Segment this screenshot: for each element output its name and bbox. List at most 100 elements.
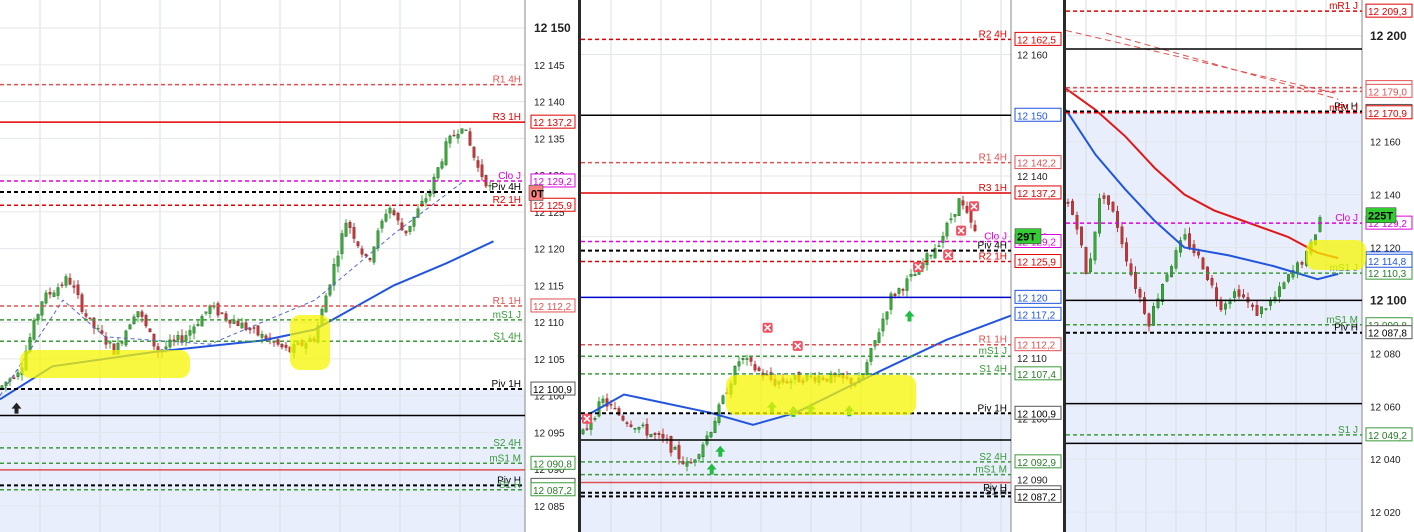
highlight-marker bbox=[290, 315, 330, 370]
candle-body bbox=[1134, 271, 1137, 289]
candle-body bbox=[384, 213, 388, 222]
highlight-marker bbox=[1306, 240, 1366, 270]
pivot-level-label: Piv 4H bbox=[978, 241, 1007, 252]
candle-body bbox=[172, 339, 176, 342]
candle-body bbox=[925, 253, 929, 266]
candle-body bbox=[757, 367, 761, 371]
pivot-level-label: R3 1H bbox=[493, 112, 521, 123]
y-axis-tick-label: 12 060 bbox=[1370, 402, 1401, 413]
candle-body bbox=[693, 459, 697, 462]
candle-body bbox=[657, 433, 661, 435]
price-tag-label: 12 209,3 bbox=[1368, 7, 1407, 18]
candle-body bbox=[1215, 287, 1218, 301]
candle-body bbox=[1228, 300, 1232, 305]
candle-body bbox=[669, 436, 673, 453]
candle-body bbox=[148, 328, 152, 333]
candle-body bbox=[701, 444, 705, 458]
price-tag-label: 12 162,5 bbox=[1017, 35, 1056, 46]
pivot-level-label: S1 H bbox=[499, 480, 521, 491]
candle-body bbox=[957, 198, 961, 216]
candle-body bbox=[1188, 233, 1191, 248]
candle-body bbox=[621, 415, 625, 421]
candle-body bbox=[0, 385, 4, 389]
pivot-level-label: Piv H bbox=[1334, 323, 1358, 334]
candle-body bbox=[1282, 282, 1286, 289]
price-tag-label: 12 112,2 bbox=[533, 302, 572, 313]
candle-body bbox=[637, 426, 641, 430]
trend-line bbox=[1105, 32, 1339, 100]
candle-body bbox=[348, 222, 352, 229]
chart-right-svg: 12 20012 18012 16012 14012 12012 10012 0… bbox=[1066, 0, 1413, 532]
y-axis-tick-label: 12 040 bbox=[1370, 455, 1401, 466]
y-axis-tick-label: 12 020 bbox=[1370, 508, 1401, 519]
candle-body bbox=[248, 328, 252, 331]
candle-body bbox=[200, 315, 204, 327]
candle-body bbox=[581, 429, 585, 435]
y-axis-tick-label: 12 135 bbox=[534, 134, 565, 145]
pivot-level-label: R1 1H bbox=[979, 335, 1007, 346]
candle-body bbox=[749, 357, 753, 362]
price-tag-label: 12 087,8 bbox=[1368, 329, 1407, 340]
candle-body bbox=[1125, 242, 1128, 262]
pivot-level-label: R2 1H bbox=[493, 195, 521, 206]
candle-body bbox=[256, 325, 260, 336]
y-axis-tick-label: 12 120 bbox=[534, 245, 565, 256]
price-tag-label: 12 117,2 bbox=[1017, 310, 1056, 321]
candle-body bbox=[128, 324, 132, 330]
pivot-level-label: mR1 J bbox=[1329, 103, 1358, 114]
candle-body bbox=[869, 348, 873, 362]
price-tag-label: 12 110,3 bbox=[1368, 269, 1407, 280]
candle-body bbox=[204, 311, 208, 314]
candle-body bbox=[961, 200, 965, 206]
candle-body bbox=[1165, 274, 1169, 282]
pivot-level-label: R2 4H bbox=[979, 29, 1007, 40]
candle-body bbox=[1237, 289, 1241, 297]
y-axis-tick-label: 12 150 bbox=[534, 21, 571, 35]
candle-body bbox=[364, 253, 368, 256]
candle-body bbox=[344, 222, 348, 237]
candle-body bbox=[404, 230, 408, 234]
candle-body bbox=[717, 404, 721, 423]
price-tag-label: 12 112,2 bbox=[1017, 341, 1056, 352]
candle-body bbox=[677, 445, 681, 459]
pivot-level-label: mR1 J bbox=[1329, 1, 1358, 12]
candle-body bbox=[196, 324, 200, 326]
candle-body bbox=[625, 422, 629, 424]
candle-body bbox=[1107, 195, 1110, 205]
current-price-label: 29T bbox=[1017, 232, 1036, 244]
candle-body bbox=[1318, 217, 1322, 232]
candle-body bbox=[1161, 284, 1164, 302]
candle-body bbox=[104, 336, 108, 345]
candle-body bbox=[1147, 313, 1151, 327]
candle-body bbox=[72, 285, 76, 288]
candle-body bbox=[1264, 308, 1268, 310]
candle-body bbox=[144, 315, 148, 327]
candle-body bbox=[1138, 289, 1142, 298]
candle-body bbox=[685, 461, 689, 467]
price-tag-label: 12 090,8 bbox=[533, 459, 572, 470]
candle-body bbox=[881, 318, 885, 332]
chart-left-svg: 12 15012 14512 14012 13512 13012 12512 1… bbox=[0, 0, 576, 532]
candle-body bbox=[336, 255, 340, 267]
candle-body bbox=[613, 407, 617, 410]
candle-body bbox=[352, 227, 356, 239]
candle-body bbox=[1183, 234, 1187, 240]
candle-body bbox=[468, 131, 472, 146]
buy-signal-arrow-icon bbox=[904, 310, 915, 322]
y-axis-tick-label: 12 080 bbox=[1370, 349, 1401, 360]
candle-body bbox=[16, 372, 20, 377]
candle-body bbox=[969, 210, 973, 223]
price-tag-label: 12 142,2 bbox=[1017, 159, 1056, 170]
candle-body bbox=[176, 335, 180, 341]
candle-body bbox=[280, 343, 284, 348]
y-axis-tick-label: 12 140 bbox=[1370, 191, 1401, 202]
candle-body bbox=[713, 420, 717, 434]
candle-body bbox=[44, 292, 48, 304]
candle-body bbox=[1089, 258, 1092, 273]
candle-body bbox=[1273, 296, 1277, 301]
candle-body bbox=[593, 418, 597, 420]
candle-body bbox=[424, 198, 428, 203]
candle-body bbox=[1233, 291, 1236, 298]
candle-body bbox=[356, 241, 360, 247]
candle-body bbox=[913, 274, 917, 277]
